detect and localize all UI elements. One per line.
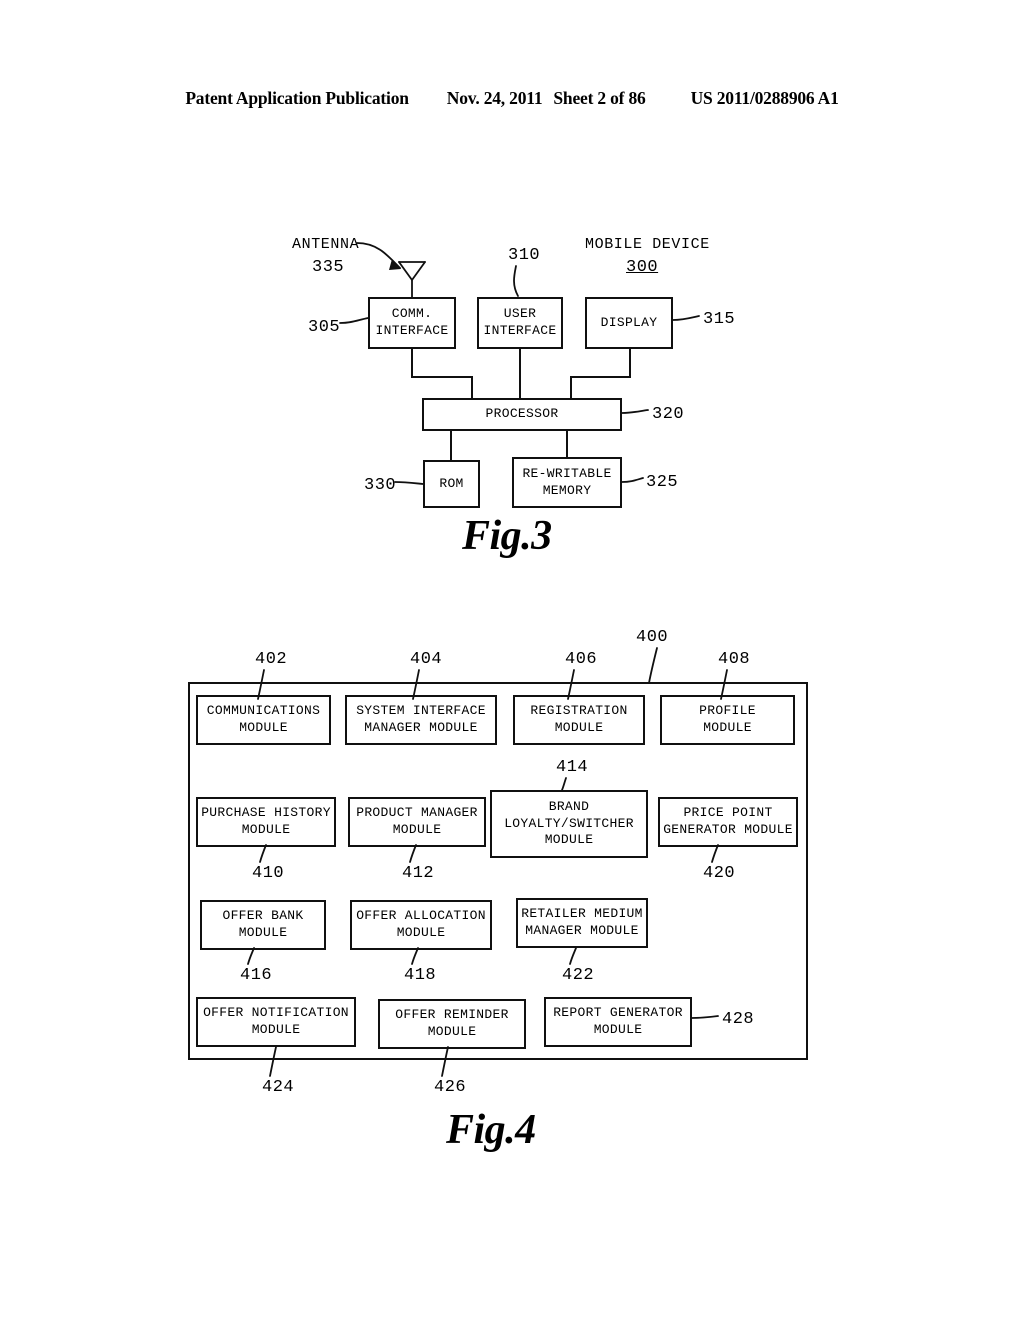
ref-414: 414: [556, 758, 589, 777]
ref-400: 400: [636, 628, 669, 647]
node-offer-allocation-module[interactable]: OFFER ALLOCATION MODULE: [350, 900, 492, 950]
ref-420: 420: [703, 864, 736, 883]
node-comm-interface[interactable]: COMM. INTERFACE: [368, 297, 456, 349]
node-report-generator-module-line-1: REPORT GENERATOR: [553, 1005, 683, 1021]
node-comm-interface-line-2: INTERFACE: [375, 323, 449, 338]
ref-310: 310: [508, 246, 541, 265]
ref-325: 325: [646, 473, 679, 492]
node-retailer-medium-manager-module-line-2: MANAGER MODULE: [525, 923, 639, 938]
node-registration-module-line-2: MODULE: [554, 720, 604, 735]
node-profile-module-line-1: PROFILE: [699, 703, 756, 719]
node-purchase-history-module[interactable]: PURCHASE HISTORY MODULE: [196, 797, 336, 847]
node-processor[interactable]: PROCESSOR: [422, 398, 622, 431]
ref-424: 424: [262, 1078, 295, 1097]
connector-display-to-processor-seg1: [629, 349, 631, 378]
node-rewritable-memory-line-2: MEMORY: [542, 482, 592, 498]
figure-3-caption: Fig.3: [462, 513, 552, 559]
node-retailer-medium-manager-module[interactable]: RETAILER MEDIUM MANAGER MODULE: [516, 898, 648, 948]
ref-305: 305: [308, 318, 341, 337]
ref-406: 406: [565, 650, 598, 669]
node-product-manager-module-line-2: MODULE: [392, 822, 442, 837]
node-purchase-history-module-line-1: PURCHASE HISTORY: [201, 805, 331, 821]
node-registration-module[interactable]: REGISTRATION MODULE: [513, 695, 645, 745]
node-offer-notification-module-line-2: MODULE: [251, 1022, 301, 1037]
ref-330: 330: [364, 476, 397, 495]
ref-404: 404: [410, 650, 443, 669]
ref-418: 418: [404, 966, 437, 985]
node-brand-loyalty-switcher-module-line-1: BRAND: [548, 799, 590, 815]
node-report-generator-module-line-2: MODULE: [593, 1022, 643, 1037]
mobile-device-label: MOBILE DEVICE: [585, 236, 710, 253]
ref-422: 422: [562, 966, 595, 985]
node-price-point-generator-module-line-1: PRICE POINT: [683, 805, 773, 821]
node-report-generator-module[interactable]: REPORT GENERATOR MODULE: [544, 997, 692, 1047]
ref-412: 412: [402, 864, 435, 883]
ref-416: 416: [240, 966, 273, 985]
node-purchase-history-module-line-2: MODULE: [241, 822, 291, 837]
node-price-point-generator-module-line-2: GENERATOR MODULE: [663, 822, 793, 837]
figure-4-caption: Fig.4: [446, 1107, 536, 1153]
node-rom[interactable]: ROM: [423, 460, 480, 508]
node-user-interface[interactable]: USER INTERFACE: [477, 297, 563, 349]
node-rewritable-memory[interactable]: RE-WRITABLE MEMORY: [512, 457, 622, 508]
node-profile-module-line-2: MODULE: [703, 720, 752, 735]
ref-320: 320: [652, 405, 685, 424]
node-offer-bank-module-line-2: MODULE: [238, 925, 288, 940]
node-processor-line-1: PROCESSOR: [485, 406, 559, 422]
node-profile-module[interactable]: PROFILE MODULE: [660, 695, 795, 745]
node-system-interface-manager-module[interactable]: SYSTEM INTERFACE MANAGER MODULE: [345, 695, 497, 745]
node-user-interface-line-2: INTERFACE: [483, 323, 557, 338]
node-display[interactable]: DISPLAY: [585, 297, 673, 349]
node-product-manager-module[interactable]: PRODUCT MANAGER MODULE: [348, 797, 486, 847]
connector-comm-to-processor-seg2: [411, 376, 473, 378]
antenna-label: ANTENNA: [292, 236, 360, 253]
node-brand-loyalty-switcher-module-line-2: LOYALTY/SWITCHER: [504, 815, 634, 831]
node-system-interface-manager-module-line-2: MANAGER MODULE: [364, 720, 478, 735]
ref-410: 410: [252, 864, 285, 883]
node-offer-notification-module[interactable]: OFFER NOTIFICATION MODULE: [196, 997, 356, 1047]
node-comm-interface-line-1: COMM.: [391, 306, 433, 322]
mobile-device-ref-300: 300: [626, 258, 659, 277]
node-offer-allocation-module-line-2: MODULE: [396, 925, 446, 940]
connector-comm-to-processor-seg1: [411, 349, 413, 378]
node-brand-loyalty-switcher-module[interactable]: BRAND LOYALTY/SWITCHER MODULE: [490, 790, 648, 858]
node-offer-bank-module-line-1: OFFER BANK: [222, 908, 304, 924]
node-user-interface-line-1: USER: [503, 306, 537, 322]
node-rewritable-memory-line-1: RE-WRITABLE: [522, 465, 612, 481]
node-communications-module-line-1: COMMUNICATIONS: [206, 703, 321, 719]
connector-display-to-processor-seg3: [570, 376, 572, 400]
node-offer-reminder-module[interactable]: OFFER REMINDER MODULE: [378, 999, 526, 1049]
node-offer-reminder-module-line-1: OFFER REMINDER: [395, 1007, 509, 1023]
connector-user-to-processor: [519, 349, 521, 400]
connector-display-to-processor-seg2: [570, 376, 631, 378]
ref-402: 402: [255, 650, 288, 669]
node-offer-bank-module[interactable]: OFFER BANK MODULE: [200, 900, 326, 950]
ref-428: 428: [722, 1010, 755, 1029]
node-product-manager-module-line-1: PRODUCT MANAGER: [356, 805, 478, 821]
node-registration-module-line-1: REGISTRATION: [530, 703, 628, 719]
node-price-point-generator-module[interactable]: PRICE POINT GENERATOR MODULE: [658, 797, 798, 847]
node-rom-line-1: ROM: [439, 475, 464, 491]
antenna-ref-335: 335: [312, 258, 345, 277]
ref-426: 426: [434, 1078, 467, 1097]
node-communications-module-line-2: MODULE: [239, 720, 288, 735]
connector-processor-to-memory: [566, 431, 568, 458]
node-offer-allocation-module-line-1: OFFER ALLOCATION: [356, 908, 486, 924]
node-communications-module[interactable]: COMMUNICATIONS MODULE: [196, 695, 331, 745]
figure-4: 400 COMMUNICATIONS MODULE 402 SYSTEM INT…: [0, 0, 1024, 1200]
node-offer-reminder-module-line-2: MODULE: [427, 1024, 477, 1039]
node-offer-notification-module-line-1: OFFER NOTIFICATION: [203, 1005, 349, 1021]
node-brand-loyalty-switcher-module-line-3: MODULE: [544, 832, 594, 848]
connector-comm-to-processor-seg3: [471, 376, 473, 400]
ref-408: 408: [718, 650, 751, 669]
connector-processor-to-rom: [450, 431, 452, 461]
ref-315: 315: [703, 310, 736, 329]
node-system-interface-manager-module-line-1: SYSTEM INTERFACE: [356, 703, 486, 719]
node-display-line-1: DISPLAY: [600, 314, 658, 330]
node-retailer-medium-manager-module-line-1: RETAILER MEDIUM: [521, 906, 643, 922]
